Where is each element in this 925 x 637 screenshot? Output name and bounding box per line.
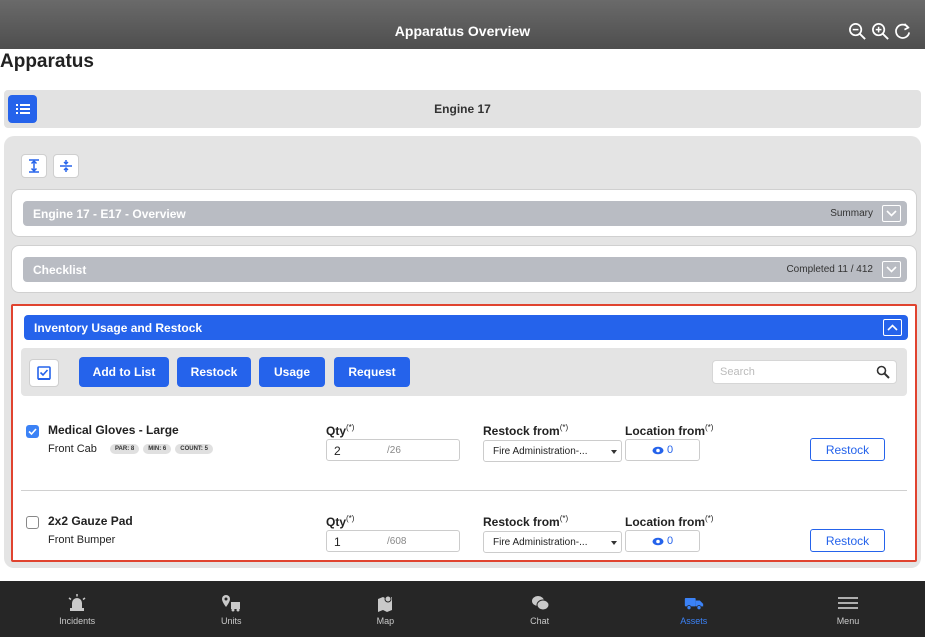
usage-button[interactable]: Usage bbox=[259, 357, 325, 387]
request-button[interactable]: Request bbox=[334, 357, 410, 387]
restock-from-select[interactable]: Fire Administration-... bbox=[483, 440, 622, 462]
checklist-section-header[interactable]: Checklist Completed 11 / 412 bbox=[23, 257, 907, 282]
par-badge: PAR: 8 bbox=[110, 444, 140, 454]
count-badge: COUNT: 5 bbox=[175, 444, 213, 454]
nav-chat[interactable]: Chat bbox=[463, 581, 617, 637]
overview-card: Engine 17 - E17 - Overview Summary bbox=[11, 189, 917, 237]
item-checkbox[interactable] bbox=[26, 425, 39, 438]
nav-units[interactable]: Units bbox=[154, 581, 308, 637]
nav-assets[interactable]: Assets bbox=[617, 581, 771, 637]
apparatus-name: Engine 17 bbox=[434, 102, 491, 116]
eye-icon bbox=[652, 537, 664, 545]
nav-incidents[interactable]: Incidents bbox=[0, 581, 154, 637]
search-icon bbox=[876, 365, 890, 379]
hamburger-icon bbox=[837, 597, 858, 609]
apparatus-bar: Engine 17 bbox=[4, 90, 921, 128]
item-location: Front Bumper bbox=[48, 534, 116, 546]
select-all-button[interactable] bbox=[29, 359, 59, 387]
search-placeholder: Search bbox=[720, 366, 755, 378]
restock-button[interactable]: Restock bbox=[177, 357, 251, 387]
qty-input[interactable]: 2 /26 bbox=[326, 439, 460, 461]
units-icon bbox=[222, 595, 241, 612]
chat-icon bbox=[531, 596, 550, 611]
page-title: Apparatus bbox=[0, 51, 94, 72]
refresh-icon[interactable] bbox=[894, 22, 913, 41]
nav-label: Chat bbox=[530, 616, 550, 626]
qty-max: /26 bbox=[387, 445, 401, 456]
checklist-progress: Completed 11 / 412 bbox=[786, 264, 873, 275]
siren-icon bbox=[68, 594, 86, 611]
location-count: 0 bbox=[666, 444, 674, 456]
item-tags: PAR: 8 MIN: 6 COUNT: 5 bbox=[110, 444, 213, 454]
list-item: 2x2 Gauze Pad Front Bumper Qty(*) 1 /608… bbox=[13, 507, 915, 587]
item-location: Front Cab bbox=[48, 443, 97, 455]
app-header: Apparatus Overview bbox=[0, 0, 925, 49]
collapse-all-button[interactable] bbox=[53, 154, 79, 178]
main-panel: Engine 17 - E17 - Overview Summary Check… bbox=[4, 136, 921, 568]
qty-value: 2 bbox=[334, 444, 341, 458]
overview-section-label: Engine 17 - E17 - Overview bbox=[33, 207, 186, 221]
caret-down-icon bbox=[611, 541, 617, 545]
restock-from-label: Restock from(*) bbox=[483, 514, 569, 529]
checklist-icon bbox=[37, 366, 51, 380]
item-name: 2x2 Gauze Pad bbox=[48, 514, 133, 528]
restock-from-select[interactable]: Fire Administration-... bbox=[483, 531, 622, 553]
restock-from-label: Restock from(*) bbox=[483, 423, 569, 438]
nav-label: Incidents bbox=[59, 616, 96, 626]
location-from-field[interactable]: 0 bbox=[625, 439, 700, 461]
inventory-section-label: Inventory Usage and Restock bbox=[34, 321, 203, 335]
qty-max: /608 bbox=[387, 536, 407, 547]
header-tools bbox=[848, 22, 913, 41]
add-to-list-button[interactable]: Add to List bbox=[79, 357, 169, 387]
caret-down-icon bbox=[611, 450, 617, 454]
min-badge: MIN: 6 bbox=[143, 444, 172, 454]
nav-menu[interactable]: Menu bbox=[771, 581, 925, 637]
zoom-out-icon[interactable] bbox=[848, 22, 867, 41]
qty-label: Qty(*) bbox=[326, 423, 355, 438]
collapse-all-icon bbox=[60, 160, 72, 172]
item-checkbox[interactable] bbox=[26, 516, 39, 529]
nav-map[interactable]: Map bbox=[308, 581, 462, 637]
item-restock-button[interactable]: Restock bbox=[810, 438, 885, 461]
eye-icon bbox=[652, 446, 664, 454]
list-item: Medical Gloves - Large Front Cab PAR: 8 … bbox=[13, 416, 915, 496]
checklist-section-label: Checklist bbox=[33, 263, 87, 277]
location-from-label: Location from(*) bbox=[625, 423, 714, 438]
inventory-section-header[interactable]: Inventory Usage and Restock bbox=[24, 315, 908, 340]
inventory-card: Inventory Usage and Restock Add to List … bbox=[11, 304, 917, 562]
qty-label: Qty(*) bbox=[326, 514, 355, 529]
nav-label: Units bbox=[221, 616, 242, 626]
inventory-toolbar: Add to List Restock Usage Request Search bbox=[21, 348, 907, 396]
nav-label: Menu bbox=[836, 616, 860, 626]
expand-all-icon bbox=[29, 159, 39, 173]
map-icon bbox=[378, 595, 393, 612]
window-title: Apparatus Overview bbox=[394, 23, 531, 39]
bottom-nav: Incidents Units Map Chat Assets Menu bbox=[0, 581, 925, 637]
location-from-field[interactable]: 0 bbox=[625, 530, 700, 552]
chevron-down-icon[interactable] bbox=[882, 261, 901, 278]
location-from-label: Location from(*) bbox=[625, 514, 714, 529]
restock-from-value: Fire Administration-... bbox=[493, 537, 588, 548]
chevron-up-icon[interactable] bbox=[883, 319, 902, 336]
qty-input[interactable]: 1 /608 bbox=[326, 530, 460, 552]
overview-summary-label: Summary bbox=[830, 208, 873, 219]
location-count: 0 bbox=[666, 535, 674, 547]
nav-label: Map bbox=[376, 616, 395, 626]
search-input[interactable]: Search bbox=[712, 360, 897, 384]
nav-label: Assets bbox=[680, 616, 708, 626]
item-restock-button[interactable]: Restock bbox=[810, 529, 885, 552]
checklist-card: Checklist Completed 11 / 412 bbox=[11, 245, 917, 293]
row-divider bbox=[21, 490, 907, 491]
overview-section-header[interactable]: Engine 17 - E17 - Overview Summary bbox=[23, 201, 907, 226]
chevron-down-icon[interactable] bbox=[882, 205, 901, 222]
truck-icon bbox=[684, 598, 703, 611]
item-name: Medical Gloves - Large bbox=[48, 423, 179, 437]
expand-all-button[interactable] bbox=[21, 154, 47, 178]
restock-from-value: Fire Administration-... bbox=[493, 446, 588, 457]
zoom-in-icon[interactable] bbox=[871, 22, 890, 41]
qty-value: 1 bbox=[334, 535, 341, 549]
